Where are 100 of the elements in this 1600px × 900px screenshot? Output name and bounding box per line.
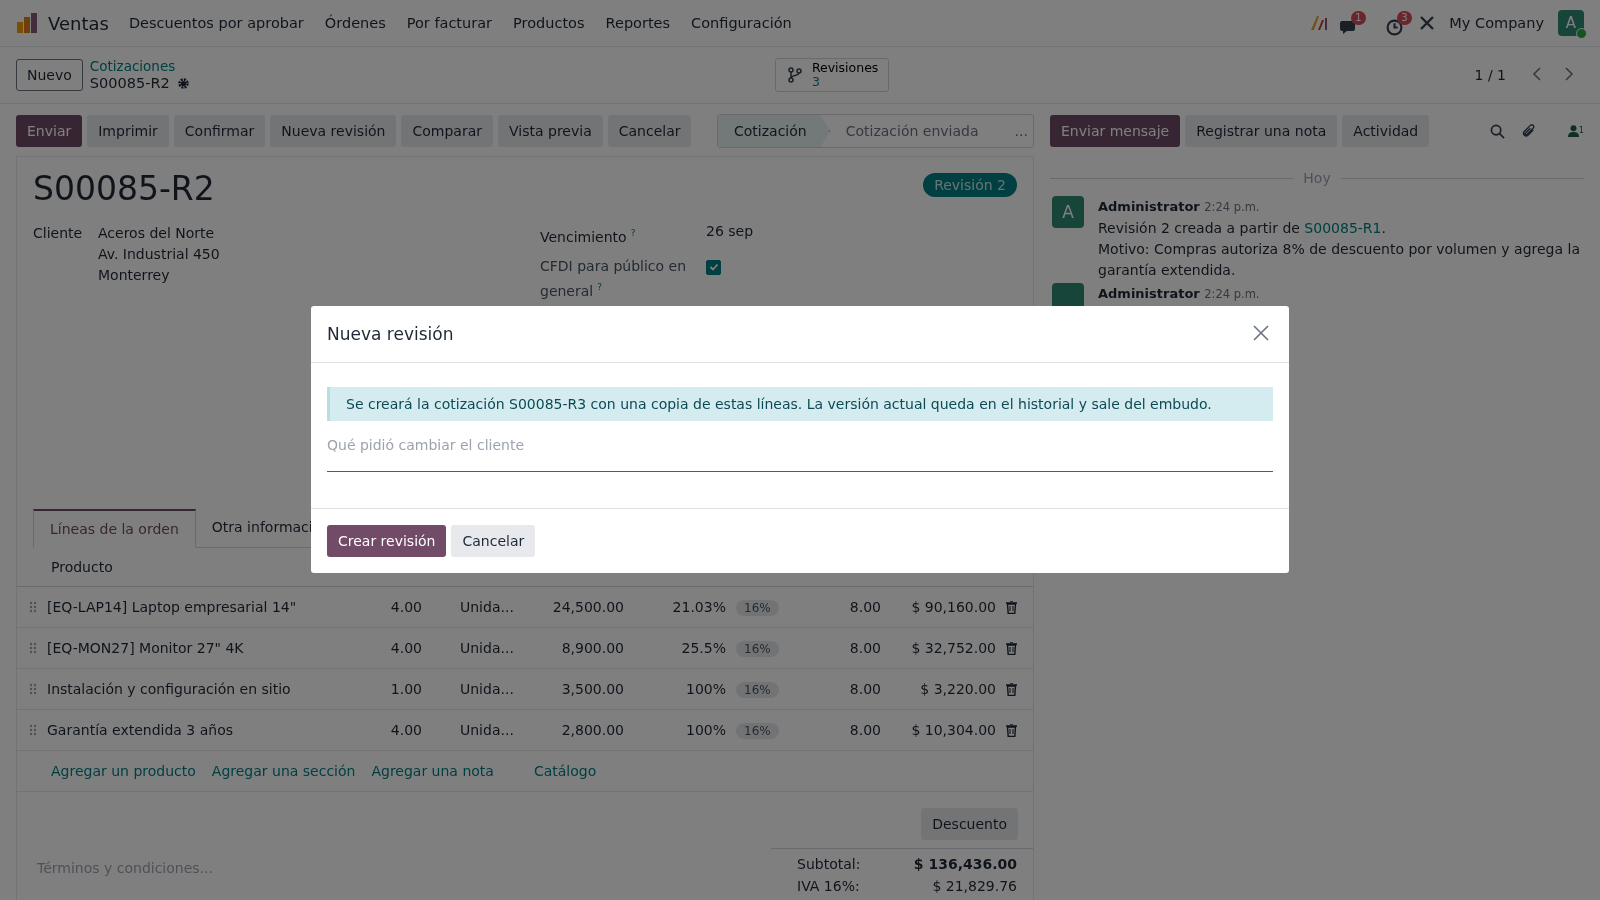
revisions-button[interactable]: Revisiones 3 xyxy=(774,58,890,92)
clock-icon xyxy=(1386,18,1404,36)
message-time: 2:24 p.m. xyxy=(1204,287,1260,301)
trash-icon[interactable] xyxy=(1006,600,1017,614)
total-value: $ 21,829.76 xyxy=(932,877,1017,897)
more-stages-button[interactable]: ... xyxy=(994,115,1040,147)
expiration-value: 26 sep xyxy=(706,223,754,239)
revisions-count: 3 xyxy=(811,75,821,89)
notification-badge: 1 xyxy=(1351,11,1366,25)
table-cell-text: Unida... xyxy=(460,599,515,616)
app-name[interactable]: Ventas xyxy=(48,12,109,34)
user-avatar[interactable]: A xyxy=(1558,10,1584,36)
table-cell-text: 4.00 xyxy=(389,722,422,739)
customer-address-line: Monterrey xyxy=(98,266,171,285)
table-cell-text: 2,800.00 xyxy=(560,722,624,739)
table-cell-text: 25.5% xyxy=(680,640,726,657)
record-link[interactable]: S00085-R1 xyxy=(1304,220,1382,236)
new-button[interactable]: Nuevo xyxy=(16,59,83,91)
action-button[interactable]: Vista previa xyxy=(498,115,603,147)
total-label: Subtotal: xyxy=(797,855,861,875)
customer-address-line: Aceros del Norte xyxy=(98,224,216,243)
menu-item[interactable]: Órdenes xyxy=(324,15,386,31)
add-line-link[interactable]: Catálogo xyxy=(533,763,597,780)
discount-button[interactable]: Descuento xyxy=(921,808,1018,841)
company-switcher[interactable]: My Company xyxy=(1449,15,1544,31)
activity-button[interactable]: 3 xyxy=(1386,10,1416,36)
tax-tag: 16% xyxy=(736,600,779,617)
add-line-link[interactable]: Agregar una nota xyxy=(371,763,494,780)
trash-icon[interactable] xyxy=(1006,641,1017,655)
gear-icon[interactable] xyxy=(176,77,190,90)
record-name: S00085-R2 xyxy=(89,75,170,92)
trash-icon[interactable] xyxy=(1006,682,1017,696)
checkbox[interactable] xyxy=(706,259,721,275)
dialog-button[interactable]: Cancelar xyxy=(451,525,536,557)
chevron-right-icon xyxy=(1564,66,1574,81)
checkmark-icon xyxy=(708,262,719,273)
dialog-button[interactable]: Crear revisión xyxy=(327,525,447,557)
action-button[interactable]: Enviar xyxy=(16,115,83,147)
total-value: $ 136,436.00 xyxy=(913,855,1017,875)
action-button[interactable]: Nueva revisión xyxy=(270,115,397,147)
revisions-label: Revisiones xyxy=(811,61,879,75)
record-title: S00085-R2 xyxy=(33,169,215,209)
message-author: Administrator xyxy=(1098,286,1200,301)
bar-chart-logo-icon[interactable] xyxy=(16,12,38,34)
add-line-link[interactable]: Agregar un producto xyxy=(51,763,196,780)
chatter-button[interactable]: Registrar una nota xyxy=(1185,115,1338,147)
chatter-button[interactable]: Actividad xyxy=(1342,115,1430,147)
field-label: CFDI para público en general $^{?}$ xyxy=(540,256,688,301)
action-button[interactable]: Imprimir xyxy=(87,115,169,147)
message-text: Revisión 2 creada a partir de S00085-R1. xyxy=(1098,219,1387,238)
table-cell-text: $ 3,220.00 xyxy=(919,681,996,698)
add-line-link[interactable]: Agregar una sección xyxy=(211,763,356,780)
dialog-title: Nueva revisión xyxy=(327,324,454,344)
tax-tag: 16% xyxy=(736,682,779,699)
drag-handle-icon[interactable] xyxy=(29,642,37,655)
action-button[interactable]: Comparar xyxy=(401,115,494,147)
user-avatar: A xyxy=(1052,196,1084,228)
menu-item[interactable]: Configuración xyxy=(691,15,792,31)
tax-tag: 16% xyxy=(736,641,779,658)
table-cell-text: 1.00 xyxy=(389,681,422,698)
drag-handle-icon[interactable] xyxy=(29,601,37,614)
table-cell-text: [EQ-LAP14] Laptop empresarial 14" xyxy=(47,599,298,616)
table-cell-text: $ 10,304.00 xyxy=(910,722,996,739)
trash-icon[interactable] xyxy=(1006,723,1017,737)
chevron-left-icon xyxy=(1532,66,1542,81)
status-stage[interactable]: Cotización xyxy=(718,115,830,147)
table-cell-text: 8.00 xyxy=(848,599,881,616)
followers-button[interactable]: 1 xyxy=(1551,125,1584,137)
table-cell-text: 8.00 xyxy=(848,681,881,698)
breadcrumb-link[interactable]: Cotizaciones xyxy=(89,58,190,75)
chatter-button[interactable]: Enviar mensaje xyxy=(1050,115,1181,147)
table-cell-text: $ 32,752.00 xyxy=(910,640,996,657)
table-cell-text: 21.03% xyxy=(671,599,726,616)
menu-item[interactable]: Por facturar xyxy=(406,15,493,31)
paperclip-icon[interactable] xyxy=(1520,123,1536,139)
close-icon xyxy=(1253,324,1269,341)
message-text: Motivo: Compras autoriza 8% de descuento por volumen y agrega la garantía extendida. xyxy=(1098,240,1581,280)
tax-tag: 16% xyxy=(736,723,779,740)
status-stage[interactable]: Cotización enviada xyxy=(829,115,995,147)
table-cell-text: 100% xyxy=(684,681,726,698)
table-cell-text: 8.00 xyxy=(848,640,881,657)
drag-handle-icon[interactable] xyxy=(29,724,37,737)
action-button[interactable]: Cancelar xyxy=(607,115,692,147)
table-cell-text: 3,500.00 xyxy=(560,681,624,698)
menu-item[interactable]: Descuentos por aprobar xyxy=(128,15,304,31)
pager-counter: 1 / 1 xyxy=(1474,67,1506,83)
customer-address-line: Av. Industrial 450 xyxy=(98,245,220,264)
total-label: IVA 16%: xyxy=(797,877,860,897)
table-cell-text: 4.00 xyxy=(389,640,422,657)
drag-handle-icon[interactable] xyxy=(29,683,37,696)
search-icon[interactable] xyxy=(1489,123,1505,139)
menu-item[interactable]: Reportes xyxy=(605,15,671,31)
chat-button[interactable]: 1 xyxy=(1340,11,1371,35)
notebook-tab[interactable]: Líneas de la orden xyxy=(33,509,196,549)
menu-item[interactable]: Productos xyxy=(513,15,585,31)
table-cell-text: Unida... xyxy=(460,681,515,698)
action-button[interactable]: Confirmar xyxy=(173,115,266,147)
table-cell-text: 8.00 xyxy=(848,722,881,739)
table-cell-text: Unida... xyxy=(460,722,515,739)
brand-icon[interactable] xyxy=(1310,15,1329,31)
